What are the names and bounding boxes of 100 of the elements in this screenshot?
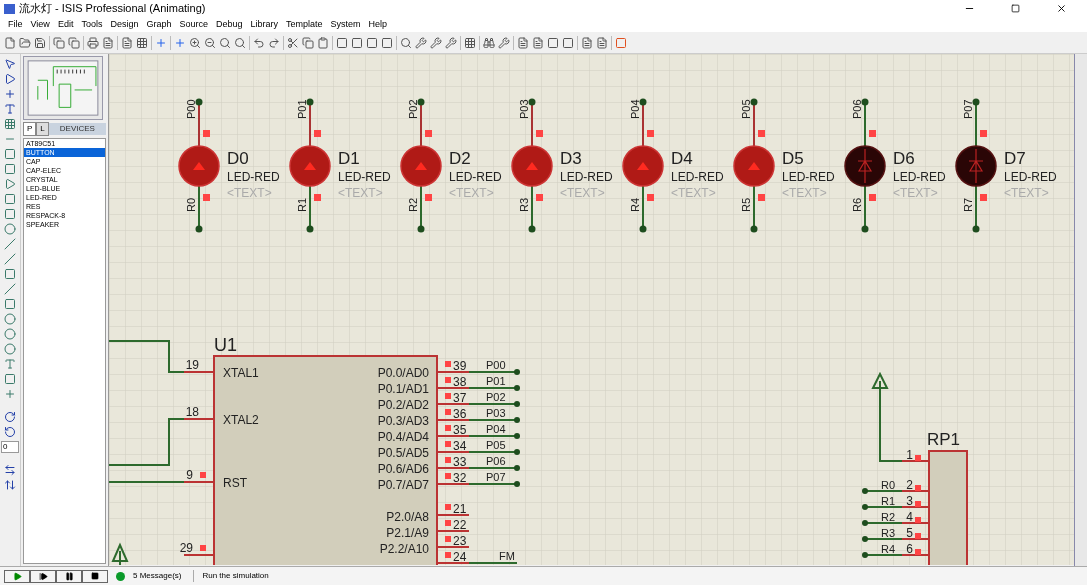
toolbar-icon[interactable] bbox=[155, 36, 167, 49]
message-count[interactable]: 5 Message(s) bbox=[133, 570, 195, 582]
pin-state-marker bbox=[445, 393, 451, 399]
tool-icon[interactable] bbox=[4, 103, 16, 115]
junction-dot bbox=[750, 98, 758, 106]
pin-state-marker bbox=[980, 194, 987, 201]
maximize-icon[interactable] bbox=[1011, 4, 1020, 13]
menu-item[interactable]: Graph bbox=[142, 17, 176, 32]
menu-item[interactable]: Source bbox=[175, 17, 212, 32]
toolbar-icon[interactable] bbox=[351, 36, 363, 49]
toolbar-icon[interactable] bbox=[219, 36, 231, 49]
toolbar-icon[interactable] bbox=[336, 36, 348, 49]
pin-line bbox=[901, 460, 930, 462]
net-label: R1 bbox=[881, 495, 896, 507]
component-ref: D6 bbox=[893, 149, 915, 168]
toolbar-icon[interactable] bbox=[517, 36, 529, 49]
toolbar-icon[interactable] bbox=[102, 36, 114, 49]
toolbar-icon[interactable] bbox=[189, 36, 201, 49]
schematic-canvas[interactable] bbox=[109, 54, 1074, 565]
toolbar-icon[interactable] bbox=[498, 36, 510, 49]
menu-item[interactable]: System bbox=[326, 17, 365, 32]
menu-item[interactable]: Debug bbox=[211, 17, 247, 32]
rotate-anticlockwise-icon[interactable] bbox=[4, 426, 16, 438]
tool-icon[interactable] bbox=[4, 73, 16, 85]
menu-item[interactable]: File bbox=[4, 17, 27, 32]
rotate-clockwise-icon[interactable] bbox=[4, 411, 16, 423]
tool-icon[interactable] bbox=[4, 268, 16, 280]
toolbar-icon[interactable] bbox=[121, 36, 133, 49]
toolbar-icon[interactable] bbox=[287, 36, 299, 49]
tool-icon[interactable] bbox=[4, 178, 16, 190]
tool-icon[interactable] bbox=[4, 208, 16, 220]
menu-item[interactable]: Design bbox=[106, 17, 143, 32]
toolbar-icon[interactable] bbox=[381, 36, 393, 49]
toolbar-icon[interactable] bbox=[430, 36, 442, 49]
close-icon[interactable] bbox=[1056, 3, 1067, 14]
toolbar-icon[interactable] bbox=[366, 36, 378, 49]
toolbar-icon[interactable] bbox=[87, 36, 99, 49]
toolbar-icon[interactable] bbox=[615, 36, 627, 49]
toolbar-icon[interactable] bbox=[174, 36, 186, 49]
menu-item[interactable]: Library bbox=[246, 17, 282, 32]
pause-button[interactable] bbox=[56, 569, 82, 583]
toolbar-icon[interactable] bbox=[532, 36, 544, 49]
toolbar-icon[interactable] bbox=[464, 36, 476, 49]
net-label: P06 bbox=[486, 455, 506, 467]
toolbar-icon[interactable] bbox=[596, 36, 608, 49]
rotation-field[interactable]: 0 bbox=[1, 441, 19, 453]
toolbar-icon[interactable] bbox=[253, 36, 265, 49]
tool-icon[interactable] bbox=[4, 118, 16, 130]
toolbar-icon[interactable] bbox=[302, 36, 314, 49]
pin-name: P0.2/AD2 bbox=[377, 398, 429, 412]
tool-icon[interactable] bbox=[4, 163, 16, 175]
toolbar-icon[interactable] bbox=[34, 36, 46, 49]
toolbar-icon[interactable] bbox=[317, 36, 329, 49]
toolbar-icon[interactable] bbox=[234, 36, 246, 49]
toolbar-icon[interactable] bbox=[268, 36, 280, 49]
toolbar-icon[interactable] bbox=[136, 36, 148, 49]
tool-icon[interactable] bbox=[4, 58, 16, 70]
component-value: LED-RED bbox=[893, 170, 946, 184]
play-button[interactable] bbox=[4, 569, 30, 583]
toolbar-icon[interactable] bbox=[53, 36, 65, 49]
toolbar-icon[interactable] bbox=[4, 36, 16, 49]
step-button[interactable] bbox=[30, 569, 56, 583]
tool-icon[interactable] bbox=[4, 148, 16, 160]
net-label: R5 bbox=[740, 197, 752, 212]
pin-number: 36 bbox=[453, 407, 467, 421]
library-tab[interactable]: P bbox=[23, 122, 37, 136]
tool-icon[interactable] bbox=[4, 238, 16, 250]
net-label: R2 bbox=[881, 511, 896, 523]
menu-item[interactable]: View bbox=[26, 17, 54, 32]
toolbar-icon[interactable] bbox=[19, 36, 31, 49]
toolbar-icon[interactable] bbox=[68, 36, 80, 49]
library-tab[interactable]: L bbox=[36, 122, 49, 136]
tool-icon[interactable] bbox=[4, 193, 16, 205]
menu-item[interactable]: Edit bbox=[53, 17, 78, 32]
toolbar-icon[interactable] bbox=[547, 36, 559, 49]
net-label: P07 bbox=[962, 99, 974, 119]
window-title: 流水灯 - ISIS Professional (Animating) bbox=[19, 1, 206, 17]
toolbar-icon[interactable] bbox=[581, 36, 593, 49]
toolbar-icon[interactable] bbox=[204, 36, 216, 49]
tool-icon[interactable] bbox=[4, 283, 16, 295]
tool-icon[interactable] bbox=[4, 88, 16, 100]
toolbar-icon[interactable] bbox=[445, 36, 457, 49]
component-value: LED-RED bbox=[671, 170, 724, 184]
overview-thumbnail[interactable] bbox=[23, 56, 103, 120]
toolbar-icon[interactable] bbox=[400, 36, 412, 49]
menu-item[interactable]: Help bbox=[364, 17, 392, 32]
toolbar-icon[interactable] bbox=[415, 36, 427, 49]
pause-icon bbox=[64, 571, 74, 581]
mirror-vertical-icon[interactable] bbox=[4, 479, 16, 491]
tool-icon[interactable] bbox=[4, 373, 16, 385]
pin-line bbox=[436, 530, 470, 532]
menu-item[interactable]: Template bbox=[282, 17, 327, 32]
menu-item[interactable]: Tools bbox=[77, 17, 107, 32]
stop-button[interactable] bbox=[82, 569, 108, 583]
tool-icon[interactable] bbox=[4, 298, 16, 310]
toolbar-icon[interactable] bbox=[562, 36, 574, 49]
tool-icon[interactable] bbox=[4, 253, 16, 265]
toolbar-icon[interactable] bbox=[483, 36, 495, 49]
mirror-horizontal-icon[interactable] bbox=[4, 464, 16, 476]
pin-number: 22 bbox=[453, 518, 467, 532]
